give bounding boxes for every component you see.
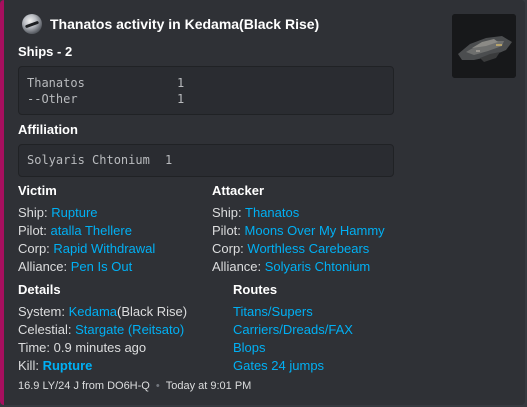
ships-row-name: --Other — [27, 92, 78, 106]
route-link-capitals[interactable]: Carriers/Dreads/FAX — [233, 321, 353, 339]
victim-alliance-link[interactable]: Pen Is Out — [71, 259, 132, 274]
details-celestial-link[interactable]: Stargate (Reitsato) — [75, 322, 184, 337]
victim-corp-link[interactable]: Rapid Withdrawal — [53, 241, 155, 256]
ships-row-count: 1 — [177, 76, 185, 90]
author-name[interactable]: Thanatos activity in Kedama(Black Rise) — [50, 16, 319, 32]
attacker-alliance-label: Alliance: — [212, 259, 262, 274]
attacker-corp-label: Corp: — [212, 241, 244, 256]
routes-field-title: Routes — [233, 282, 278, 297]
affiliation-row-name: Solyaris Chtonium — [27, 153, 150, 167]
victim-ship-label: Ship: — [18, 205, 48, 220]
details-kill-label: Kill: — [18, 358, 39, 373]
ships-codeblock: Thanatos 1 --Other 1 — [18, 66, 394, 115]
route-link-titans[interactable]: Titans/Supers — [233, 303, 313, 321]
ships-row-count: 1 — [177, 92, 185, 106]
victim-pilot-line: Pilot: atalla Thellere — [18, 222, 132, 240]
eve-corp-logo-icon — [22, 14, 42, 34]
attacker-ship-label: Ship: — [212, 205, 242, 220]
attacker-pilot-label: Pilot: — [212, 223, 241, 238]
ships-row-name: Thanatos — [27, 76, 85, 90]
details-system-line: System: Kedama(Black Rise) — [18, 303, 187, 321]
ship-thumbnail[interactable] — [452, 14, 516, 78]
victim-alliance-line: Alliance: Pen Is Out — [18, 258, 132, 276]
attacker-alliance-line: Alliance: Solyaris Chtonium — [212, 258, 370, 276]
route-link-gates[interactable]: Gates 24 jumps — [233, 357, 324, 375]
details-celestial-line: Celestial: Stargate (Reitsato) — [18, 321, 184, 339]
details-system-label: System: — [18, 304, 65, 319]
route-link-blops[interactable]: Blops — [233, 339, 266, 357]
affiliation-row-count: 1 — [165, 153, 173, 167]
attacker-field-title: Attacker — [212, 183, 265, 198]
footer-timestamp: Today at 9:01 PM — [165, 380, 252, 392]
details-time-line: Time: 0.9 minutes ago — [18, 340, 147, 355]
victim-field-title: Victim — [18, 183, 57, 198]
victim-pilot-label: Pilot: — [18, 223, 47, 238]
victim-ship-line: Ship: Rupture — [18, 204, 98, 222]
attacker-alliance-link[interactable]: Solyaris Chtonium — [265, 259, 371, 274]
details-system-region: (Black Rise) — [117, 304, 188, 319]
embed-author: Thanatos activity in Kedama(Black Rise) — [22, 14, 319, 34]
details-field-title: Details — [18, 282, 61, 297]
victim-pilot-link[interactable]: atalla Thellere — [51, 223, 132, 238]
victim-corp-label: Corp: — [18, 241, 50, 256]
details-kill-line: Kill: Rupture — [18, 357, 92, 375]
attacker-pilot-link[interactable]: Moons Over My Hammy — [245, 223, 385, 238]
details-system-link[interactable]: Kedama — [69, 304, 117, 319]
details-kill-link[interactable]: Rupture — [43, 358, 93, 373]
footer-separator: • — [155, 380, 160, 392]
attacker-corp-line: Corp: Worthless Carebears — [212, 240, 369, 258]
affiliation-codeblock: Solyaris Chtonium 1 — [18, 144, 394, 177]
details-celestial-label: Celestial: — [18, 322, 72, 337]
attacker-pilot-line: Pilot: Moons Over My Hammy — [212, 222, 385, 240]
thanatos-ship-render-icon — [452, 14, 516, 78]
attacker-corp-link[interactable]: Worthless Carebears — [247, 241, 369, 256]
ships-field-title: Ships - 2 — [18, 44, 73, 59]
victim-ship-link[interactable]: Rupture — [51, 205, 97, 220]
attacker-ship-line: Ship: Thanatos — [212, 204, 299, 222]
killmail-embed: Thanatos activity in Kedama(Black Rise) … — [0, 0, 525, 405]
affiliation-field-title: Affiliation — [18, 122, 78, 137]
footer-distance: 16.9 LY/24 J from DO6H-Q — [18, 380, 150, 392]
victim-corp-line: Corp: Rapid Withdrawal — [18, 240, 155, 258]
embed-footer: 16.9 LY/24 J from DO6H-Q • Today at 9:01… — [18, 380, 251, 392]
victim-alliance-label: Alliance: — [18, 259, 68, 274]
attacker-ship-link[interactable]: Thanatos — [245, 205, 299, 220]
